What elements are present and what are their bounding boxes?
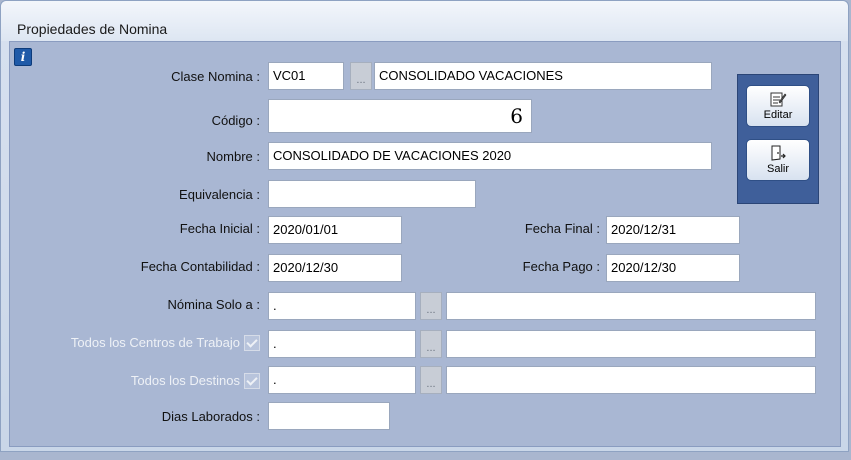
centros-trabajo-lookup-button[interactable]: ... bbox=[420, 330, 442, 358]
nomina-solo-a-lookup-button[interactable]: ... bbox=[420, 292, 442, 320]
centros-trabajo-code-field[interactable]: . bbox=[268, 330, 416, 358]
form-panel: i Clase Nomina : VC01 ... CONSOLIDADO VA… bbox=[9, 41, 841, 447]
equivalencia-field[interactable] bbox=[268, 180, 476, 208]
destinos-checkbox[interactable] bbox=[244, 372, 260, 389]
window-title: Propiedades de Nomina bbox=[17, 21, 168, 37]
exit-button-label: Salir bbox=[766, 163, 789, 175]
fecha-contabilidad-field[interactable]: 2020/12/30 bbox=[268, 254, 402, 282]
action-toolbar: Editar Salir bbox=[737, 74, 819, 204]
clase-nomina-label: Clase Nomina : bbox=[171, 69, 260, 84]
dias-laborados-field[interactable] bbox=[268, 402, 390, 430]
destinos-lookup-button[interactable]: ... bbox=[420, 366, 442, 394]
properties-window: Propiedades de Nomina i Clase Nomina : V… bbox=[0, 0, 849, 452]
fecha-pago-label: Fecha Pago : bbox=[522, 259, 600, 274]
exit-door-icon bbox=[768, 144, 788, 162]
nomina-solo-a-code-field[interactable]: . bbox=[268, 292, 416, 320]
codigo-field[interactable]: 6 bbox=[268, 99, 532, 133]
clase-nomina-description-field[interactable]: CONSOLIDADO VACACIONES bbox=[374, 62, 712, 90]
nomina-solo-a-description-field[interactable] bbox=[446, 292, 816, 320]
fecha-final-label: Fecha Final : bbox=[524, 221, 600, 236]
exit-button[interactable]: Salir bbox=[746, 139, 810, 181]
fecha-final-field[interactable]: 2020/12/31 bbox=[606, 216, 740, 244]
destinos-description-field[interactable] bbox=[446, 366, 816, 394]
equivalencia-label: Equivalencia : bbox=[179, 187, 260, 202]
centros-trabajo-label: Todos los Centros de Trabajo bbox=[10, 330, 260, 356]
destinos-label-text: Todos los Destinos bbox=[130, 373, 240, 388]
nomina-solo-a-label: Nómina Solo a : bbox=[167, 297, 261, 312]
edit-button[interactable]: Editar bbox=[746, 85, 810, 127]
centros-trabajo-checkbox[interactable] bbox=[244, 334, 260, 351]
destinos-code-field[interactable]: . bbox=[268, 366, 416, 394]
centros-trabajo-label-text: Todos los Centros de Trabajo bbox=[70, 335, 240, 350]
info-icon[interactable]: i bbox=[14, 48, 32, 66]
nombre-label: Nombre : bbox=[206, 149, 260, 164]
edit-icon bbox=[768, 90, 788, 108]
fecha-pago-field[interactable]: 2020/12/30 bbox=[606, 254, 740, 282]
fecha-inicial-label: Fecha Inicial : bbox=[179, 221, 260, 236]
clase-nomina-lookup-button[interactable]: ... bbox=[350, 62, 372, 90]
title-bar: Propiedades de Nomina bbox=[1, 1, 848, 41]
nombre-field[interactable]: CONSOLIDADO DE VACACIONES 2020 bbox=[268, 142, 712, 170]
centros-trabajo-description-field[interactable] bbox=[446, 330, 816, 358]
fecha-inicial-field[interactable]: 2020/01/01 bbox=[268, 216, 402, 244]
codigo-label: Código : bbox=[211, 113, 260, 128]
fecha-contabilidad-label: Fecha Contabilidad : bbox=[140, 259, 260, 274]
edit-button-label: Editar bbox=[763, 109, 793, 121]
clase-nomina-code-field[interactable]: VC01 bbox=[268, 62, 344, 90]
dias-laborados-label: Dias Laborados : bbox=[161, 409, 260, 424]
destinos-label: Todos los Destinos bbox=[70, 368, 260, 394]
